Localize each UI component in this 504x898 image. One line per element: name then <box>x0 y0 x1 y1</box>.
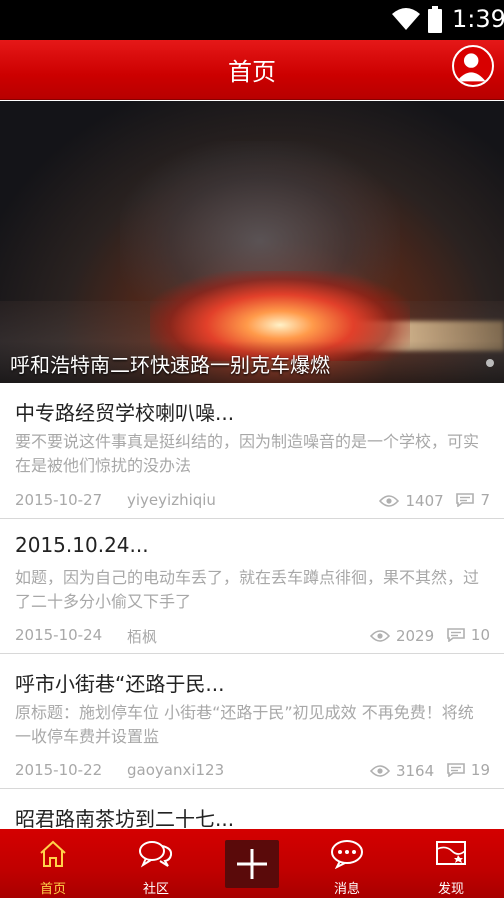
feed-item-author: 栢枫 <box>127 628 158 646</box>
views-count: 1407 <box>405 492 444 510</box>
views-stat: 3164 <box>369 762 435 780</box>
comments-stat: 19 <box>447 761 490 779</box>
tab-home[interactable]: 首页 <box>13 829 93 898</box>
feed-item-author: yiyeyizhiqiu <box>127 491 216 509</box>
tab-messages-label: 消息 <box>333 882 360 897</box>
page-title: 首页 <box>228 58 276 86</box>
banner-caption: 呼和浩特南二环快速路一别克车爆燃 <box>10 353 330 377</box>
app-header: 首页 <box>0 40 504 100</box>
wifi-icon <box>392 8 420 30</box>
views-count: 3164 <box>395 762 435 780</box>
battery-icon <box>428 6 442 33</box>
feed-item-date: 2015-10-22 <box>15 761 103 779</box>
status-time: 1:39 <box>452 5 504 33</box>
bottom-tab-bar: 首页 社区 消息 发现 <box>0 829 504 898</box>
feed-item[interactable]: 呼市小街巷“还路于民... 原标题：施划停车位 小街巷“还路于民”初见成效 不再… <box>0 654 504 789</box>
tab-messages[interactable]: 消息 <box>307 829 387 898</box>
views-stat: 1407 <box>379 492 444 510</box>
feed-item-title: 昭君路南茶坊到二十七... <box>15 807 235 831</box>
views-stat: 2029 <box>369 627 435 645</box>
feed-item-summary: 如题，因为自己的电动车丢了，就在丢车蹲点徘徊，果不其然，过了二十多分小偷又下手了 <box>15 568 480 611</box>
feed-item-stats: 2029 10 <box>362 626 490 646</box>
feed-item-stats: 3164 19 <box>362 761 490 781</box>
comments-count: 10 <box>470 626 490 644</box>
tab-home-label: 首页 <box>39 882 66 897</box>
home-icon <box>40 840 66 867</box>
feed-item-summary: 原标题：施划停车位 小街巷“还路于民”初见成效 不再免费！将统一收停车费并设置监 <box>15 703 474 746</box>
comment-icon <box>447 763 465 777</box>
feed-item-summary: 要不要说这件事真是挺纠结的，因为制造噪音的是一个学校，可实在是被他们惊扰的没办法 <box>15 432 480 475</box>
map-flag-icon <box>436 841 466 865</box>
feed-item-stats: 1407 7 <box>371 491 490 511</box>
headline-banner[interactable]: 呼和浩特南二环快速路一别克车爆燃 <box>0 101 504 383</box>
tab-discover[interactable]: 发现 <box>411 829 491 898</box>
banner-page-dot <box>486 359 494 367</box>
feed-item-title: 中专路经贸学校喇叭噪... <box>15 401 235 425</box>
tab-community-label: 社区 <box>142 882 169 897</box>
user-avatar-icon[interactable] <box>452 45 494 87</box>
plus-icon <box>237 849 267 879</box>
feed-item-date: 2015-10-27 <box>15 491 103 509</box>
feed-item-title: 2015.10.24... <box>15 533 149 557</box>
eye-icon <box>369 630 390 642</box>
comments-count: 19 <box>470 761 490 779</box>
eye-icon <box>379 495 400 507</box>
feed-item[interactable]: 2015.10.24... 如题，因为自己的电动车丢了，就在丢车蹲点徘徊，果不其… <box>0 519 504 654</box>
feed-item-title: 呼市小街巷“还路于民... <box>15 672 225 696</box>
views-count: 2029 <box>395 627 435 645</box>
tab-community[interactable]: 社区 <box>116 829 196 898</box>
message-dots-icon <box>331 840 363 869</box>
comments-count: 7 <box>480 491 490 509</box>
feed-item-date: 2015-10-24 <box>15 626 103 644</box>
feed-item-author: gaoyanxi123 <box>127 761 225 779</box>
feed-item[interactable]: 昭君路南茶坊到二十七... <box>0 789 504 831</box>
eye-icon <box>369 765 390 777</box>
comments-stat: 10 <box>447 626 490 644</box>
tab-discover-label: 发现 <box>437 882 464 897</box>
comments-stat: 7 <box>456 491 490 509</box>
feed-item[interactable]: 中专路经贸学校喇叭噪... 要不要说这件事真是挺纠结的，因为制造噪音的是一个学校… <box>0 383 504 519</box>
chat-bubbles-icon <box>139 841 173 868</box>
comment-icon <box>456 493 475 507</box>
status-bar: 1:39 <box>0 0 504 40</box>
comment-icon <box>447 628 465 642</box>
add-post-button[interactable] <box>225 840 279 888</box>
